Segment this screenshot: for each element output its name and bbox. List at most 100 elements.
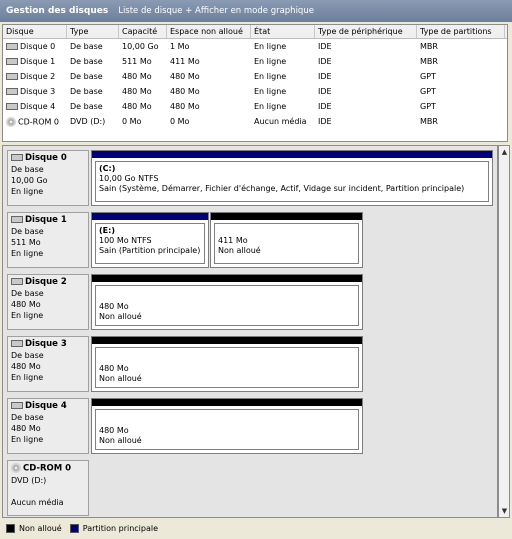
hard-disk-icon	[11, 216, 23, 223]
hard-disk-icon	[6, 73, 18, 80]
primary-partition-bar	[92, 213, 208, 220]
table-row[interactable]: Disque 4 De base 480 Mo 480 Mo En ligne …	[3, 99, 507, 114]
hard-disk-icon	[11, 402, 23, 409]
disk-info[interactable]: Disque 3 De base 480 Mo En ligne	[7, 336, 89, 392]
cell-type: De base	[70, 42, 103, 51]
cell-device-type: IDE	[318, 117, 332, 126]
hard-disk-icon	[11, 278, 23, 285]
partition-size: 10,00 Go NTFS	[99, 174, 159, 183]
cell-partition-type: GPT	[420, 72, 436, 81]
primary-partition-bar	[92, 151, 492, 158]
cdrom-0-block: CD-ROM 0 DVD (D:) Aucun média	[5, 458, 495, 517]
window-title: Gestion des disques	[6, 6, 109, 16]
disk-type: De base	[11, 351, 44, 360]
hard-disk-icon	[6, 103, 18, 110]
disk-status: En ligne	[11, 249, 44, 258]
column-header-type-peripherique[interactable]: Type de périphérique	[315, 25, 417, 38]
table-row[interactable]: Disque 3 De base 480 Mo 480 Mo En ligne …	[3, 84, 507, 99]
disk-name: Disque 0	[25, 153, 67, 163]
scroll-up-arrow-icon[interactable]: ▲	[500, 147, 509, 157]
disk-type: De base	[11, 413, 44, 422]
disk-list: Disque Type Capacité Espace non alloué É…	[2, 24, 508, 142]
title-bar: Gestion des disques Liste de disque + Af…	[0, 0, 512, 22]
cell-partition-type: MBR	[420, 57, 438, 66]
column-header-disque[interactable]: Disque	[3, 25, 67, 38]
disk-info[interactable]: Disque 1 De base 511 Mo En ligne	[7, 212, 89, 268]
cell-capacity: 511 Mo	[122, 57, 152, 66]
hard-disk-icon	[11, 154, 23, 161]
disk-info[interactable]: Disque 2 De base 480 Mo En ligne	[7, 274, 89, 330]
legend: Non alloué Partition principale	[2, 519, 510, 537]
cell-disk: CD-ROM 0	[18, 117, 60, 126]
cell-partition-type: GPT	[420, 102, 436, 111]
cell-unallocated: 480 Mo	[170, 72, 200, 81]
disk-info[interactable]: Disque 4 De base 480 Mo En ligne	[7, 398, 89, 454]
column-header-type-partitions[interactable]: Type de partitions	[417, 25, 505, 38]
legend-label: Non alloué	[19, 523, 62, 533]
table-row[interactable]: CD-ROM 0 DVD (D:) 0 Mo 0 Mo Aucun média …	[3, 114, 507, 129]
unallocated-swatch-icon	[6, 523, 15, 533]
vertical-scrollbar[interactable]: ▲ ▼	[498, 145, 510, 518]
cell-device-type: IDE	[318, 102, 332, 111]
disk-size: 480 Mo	[11, 424, 41, 433]
partition-size: 100 Mo NTFS	[99, 236, 152, 245]
table-row[interactable]: Disque 1 De base 511 Mo 411 Mo En ligne …	[3, 54, 507, 69]
cell-capacity: 10,00 Go	[122, 42, 159, 51]
table-row[interactable]: Disque 2 De base 480 Mo 480 Mo En ligne …	[3, 69, 507, 84]
disk-status: En ligne	[11, 311, 44, 320]
partition-label: (C:)	[99, 164, 116, 173]
hard-disk-icon	[11, 340, 23, 347]
cdrom-type: DVD (D:)	[11, 475, 47, 485]
partition-status: Non alloué	[99, 436, 142, 445]
disk-type: De base	[11, 289, 44, 298]
unallocated-space[interactable]: 480 Mo Non alloué	[91, 336, 363, 392]
unallocated-space[interactable]: 411 Mo Non alloué	[210, 212, 363, 268]
column-header-type[interactable]: Type	[67, 25, 119, 38]
cell-type: De base	[70, 57, 103, 66]
column-header-capacite[interactable]: Capacité	[119, 25, 167, 38]
cell-unallocated: 0 Mo	[170, 117, 190, 126]
column-header-etat[interactable]: État	[251, 25, 315, 38]
scroll-down-arrow-icon[interactable]: ▼	[500, 506, 509, 516]
cell-unallocated: 1 Mo	[170, 42, 190, 51]
cell-partition-type: MBR	[420, 117, 438, 126]
disk-status: En ligne	[11, 435, 44, 444]
cell-capacity: 480 Mo	[122, 72, 152, 81]
view-subtitle: Liste de disque + Afficher en mode graph…	[118, 6, 314, 16]
table-row[interactable]: Disque 0 De base 10,00 Go 1 Mo En ligne …	[3, 39, 507, 54]
disk-0-block: Disque 0 De base 10,00 Go En ligne (C:) …	[5, 148, 495, 208]
disk-info[interactable]: Disque 0 De base 10,00 Go En ligne	[7, 150, 89, 206]
partition-size: 480 Mo	[99, 426, 129, 435]
cell-partition-type: GPT	[420, 87, 436, 96]
partition-size: 411 Mo	[218, 236, 248, 245]
cell-capacity: 0 Mo	[122, 117, 142, 126]
cell-type: De base	[70, 87, 103, 96]
disk-size: 480 Mo	[11, 362, 41, 371]
partition-e[interactable]: (E:) 100 Mo NTFS Sain (Partition princip…	[91, 212, 209, 268]
disk-status: En ligne	[11, 373, 44, 382]
cell-device-type: IDE	[318, 87, 332, 96]
graphical-view: Disque 0 De base 10,00 Go En ligne (C:) …	[2, 145, 498, 518]
partition-status: Sain (Système, Démarrer, Fichier d'échan…	[99, 184, 465, 193]
cell-status: En ligne	[254, 42, 287, 51]
legend-label: Partition principale	[82, 523, 159, 533]
unallocated-bar	[92, 275, 362, 282]
primary-swatch-icon	[69, 523, 79, 533]
disk-name: Disque 3	[25, 339, 67, 349]
partition-size: 480 Mo	[99, 364, 129, 373]
unallocated-bar	[92, 399, 362, 406]
cdrom-info[interactable]: CD-ROM 0 DVD (D:) Aucun média	[7, 460, 89, 516]
cell-device-type: IDE	[318, 72, 332, 81]
cell-unallocated: 480 Mo	[170, 102, 200, 111]
unallocated-space[interactable]: 480 Mo Non alloué	[91, 398, 363, 454]
cell-type: De base	[70, 72, 103, 81]
partition-status: Sain (Partition principale)	[99, 246, 201, 255]
cell-status: En ligne	[254, 102, 287, 111]
cell-status: En ligne	[254, 72, 287, 81]
column-header-espace-non-alloue[interactable]: Espace non alloué	[167, 25, 251, 38]
unallocated-space[interactable]: 480 Mo Non alloué	[91, 274, 363, 330]
partition-c[interactable]: (C:) 10,00 Go NTFS Sain (Système, Démarr…	[91, 150, 493, 206]
cell-disk: Disque 0	[20, 42, 56, 51]
cd-rom-icon	[6, 116, 16, 127]
cell-disk: Disque 4	[20, 102, 56, 111]
